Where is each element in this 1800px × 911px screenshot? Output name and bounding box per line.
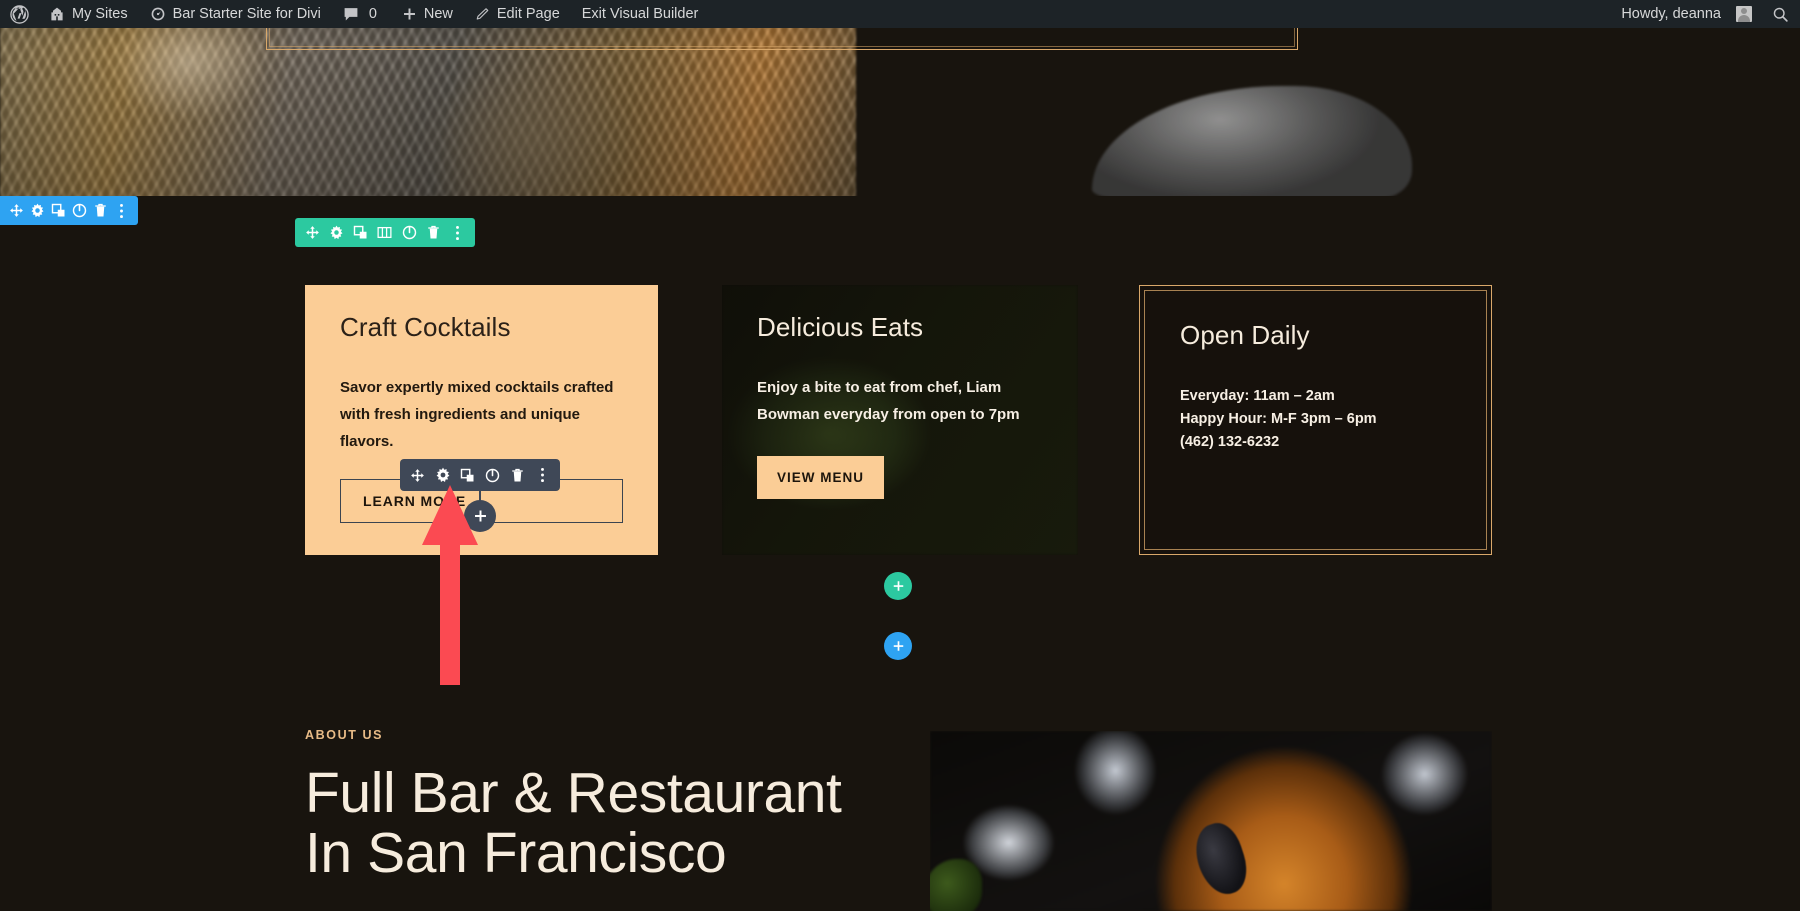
plus-icon	[893, 580, 903, 591]
exit-visual-builder-label: Exit Visual Builder	[581, 6, 699, 22]
module-power-icon[interactable]	[484, 467, 501, 484]
new-content-menu[interactable]: New	[391, 0, 464, 28]
comment-bubble-icon	[343, 7, 359, 22]
comment-count: 0	[368, 6, 377, 22]
card-3-hours: Everyday: 11am – 2am Happy Hour: M-F 3pm…	[1180, 385, 1451, 455]
my-account-menu[interactable]: Howdy, deanna	[1611, 0, 1761, 28]
hours-line-everyday: Everyday: 11am – 2am	[1180, 387, 1335, 404]
card-2-text: Enjoy a bite to eat from chef, Liam Bowm…	[757, 378, 1020, 423]
card-2-body: Delicious Eats Enjoy a bite to eat from …	[722, 285, 1078, 500]
about-title: Full Bar & Restaurant In San Francisco	[305, 761, 842, 885]
about-section: ABOUT US Full Bar & Restaurant In San Fr…	[305, 728, 925, 884]
section-power-icon[interactable]	[71, 202, 88, 219]
card-open-daily[interactable]: Open Daily Everyday: 11am – 2am Happy Ho…	[1139, 285, 1492, 555]
dashboard-speedometer-icon	[150, 6, 166, 22]
wp-admin-bar: My Sites Bar Starter Site for Divi 0 New	[0, 0, 1800, 28]
section-trash-icon[interactable]	[92, 202, 109, 219]
row-duplicate-icon[interactable]	[352, 224, 369, 241]
annotation-arrow	[420, 485, 480, 690]
edit-page-label: Edit Page	[496, 6, 560, 22]
new-label: New	[423, 6, 453, 22]
add-row-button[interactable]	[884, 572, 912, 600]
about-cocktail-photo	[930, 731, 1492, 911]
wordpress-logo-icon	[10, 4, 29, 24]
section-duplicate-icon[interactable]	[50, 202, 67, 219]
buildings-icon	[49, 6, 65, 22]
module-gear-icon[interactable]	[434, 467, 451, 484]
row-trash-icon[interactable]	[425, 224, 442, 241]
visual-builder-page: My Sites Bar Starter Site for Divi 0 New	[0, 0, 1800, 911]
card-1-title: Craft Cocktails	[340, 312, 511, 342]
row-move-icon[interactable]	[304, 224, 321, 241]
hours-line-happy-hour: Happy Hour: M-F 3pm – 6pm	[1180, 410, 1377, 427]
admin-bar-right-group: Howdy, deanna	[1611, 0, 1800, 28]
section-gear-icon[interactable]	[29, 202, 46, 219]
site-name-menu[interactable]: Bar Starter Site for Divi	[139, 0, 332, 28]
module-trash-icon[interactable]	[509, 467, 526, 484]
row-power-icon[interactable]	[401, 224, 418, 241]
avatar	[1736, 6, 1752, 22]
card-3-title: Open Daily	[1180, 320, 1310, 350]
view-menu-button[interactable]: VIEW MENU	[757, 456, 884, 500]
admin-bar-search-button[interactable]	[1761, 0, 1800, 28]
module-duplicate-icon[interactable]	[459, 467, 476, 484]
card-2-title: Delicious Eats	[757, 312, 924, 342]
edit-page-link[interactable]: Edit Page	[464, 0, 571, 28]
row-kebab-menu-icon[interactable]	[449, 224, 466, 241]
card-3-inner-border: Open Daily Everyday: 11am – 2am Happy Ho…	[1144, 290, 1487, 550]
module-kebab-menu-icon[interactable]	[534, 467, 551, 484]
site-name-label: Bar Starter Site for Divi	[172, 6, 321, 22]
exit-visual-builder-link[interactable]: Exit Visual Builder	[571, 0, 710, 28]
comments-link[interactable]: 0	[332, 0, 391, 28]
card-1-text: Savor expertly mixed cocktails crafted w…	[340, 378, 614, 451]
add-section-button[interactable]	[884, 632, 912, 660]
about-eyebrow: ABOUT US	[305, 728, 384, 742]
card-delicious-eats[interactable]: Delicious Eats Enjoy a bite to eat from …	[722, 285, 1078, 555]
module-move-icon[interactable]	[409, 467, 426, 484]
section-toolbar[interactable]	[0, 196, 138, 225]
row-toolbar[interactable]	[295, 218, 475, 247]
wordpress-logo-button[interactable]	[0, 0, 38, 28]
plus-icon	[893, 640, 903, 651]
pencil-icon	[475, 7, 490, 22]
search-icon	[1772, 6, 1789, 23]
section-kebab-menu-icon[interactable]	[113, 202, 130, 219]
card-3-body: Open Daily Everyday: 11am – 2am Happy Ho…	[1145, 291, 1486, 455]
plus-icon	[402, 7, 417, 22]
row-columns-icon[interactable]	[376, 224, 393, 241]
row-gear-icon[interactable]	[328, 224, 345, 241]
phone-number: (462) 132-6232	[1180, 434, 1280, 451]
mint-leaf	[930, 859, 982, 911]
section-move-icon[interactable]	[8, 202, 25, 219]
my-sites-label: My Sites	[72, 6, 128, 22]
my-sites-menu[interactable]: My Sites	[38, 0, 139, 28]
howdy-label: Howdy, deanna	[1621, 6, 1721, 22]
